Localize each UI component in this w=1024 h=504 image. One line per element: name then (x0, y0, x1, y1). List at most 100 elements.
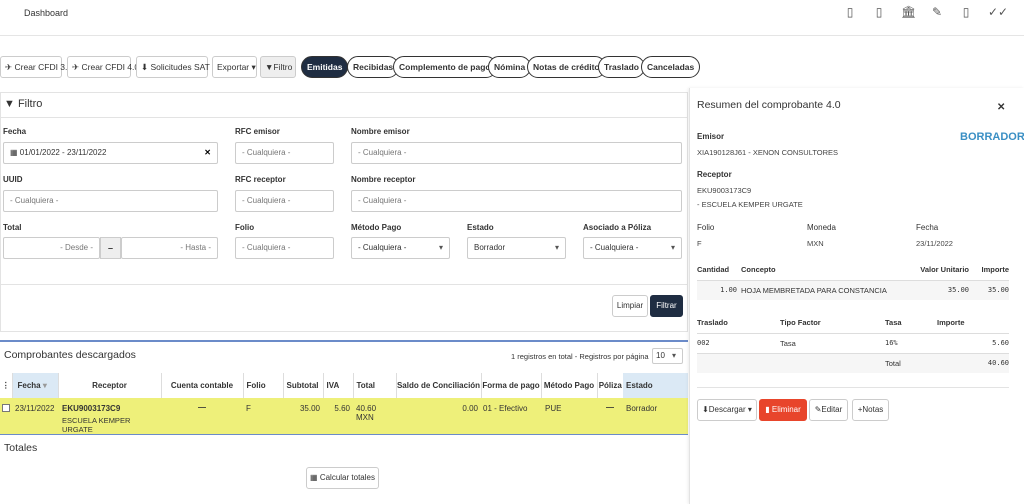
descargar-button[interactable]: ⬇Descargar ▾ (697, 399, 757, 421)
cell-saldo: 0.00 (462, 404, 478, 413)
tipo-factor: Tasa (780, 338, 796, 348)
total-label: Total (885, 358, 901, 368)
conceptos-table: Cantidad Concepto Valor Unitario Importe… (697, 260, 1009, 300)
limpiar-button[interactable]: Limpiar (612, 295, 648, 317)
col-metodo-pago[interactable]: Método Pago (540, 373, 597, 398)
estado-label: Estado (467, 223, 494, 232)
col-fecha[interactable]: Fecha ▾ (12, 373, 58, 398)
total-hasta-input[interactable]: - Hasta - (121, 237, 218, 259)
tab-nomina[interactable]: Nómina (488, 56, 532, 78)
fecha-label: Fecha (916, 223, 939, 232)
cell-receptor: EKU9003173C9 ESCUELA KEMPER URGATE (58, 398, 161, 434)
filtro-button[interactable]: ▼Filtro (260, 56, 296, 78)
col-poliza[interactable]: Póliza (596, 373, 623, 398)
tab-traslado[interactable]: Traslado (598, 56, 645, 78)
importe: 35.00 (987, 286, 1009, 295)
trash-icon: ▮ (765, 405, 770, 414)
notas-button[interactable]: +Notas (852, 399, 889, 421)
col-cantidad: Cantidad (697, 265, 730, 275)
col-saldo[interactable]: Saldo de Conciliación (395, 373, 481, 398)
metodo-pago-select[interactable]: - Cualquiera - (351, 237, 450, 259)
double-check-icon[interactable]: ✓✓ (988, 5, 1008, 19)
header-divider (0, 35, 1024, 36)
col-estado[interactable]: Estado (623, 373, 688, 398)
close-icon[interactable]: ✕ (997, 102, 1005, 113)
col-folio[interactable]: Folio (242, 373, 283, 398)
records-summary: 1 registros en total - Registros por pág… (511, 352, 649, 361)
poliza-select[interactable]: - Cualquiera - (583, 237, 682, 259)
label: Notas (862, 405, 884, 414)
traslado: 002 (697, 339, 710, 347)
label: Fecha (17, 381, 41, 390)
col-concepto: Concepto (741, 265, 776, 275)
label: Calcular totales (319, 473, 375, 482)
solicitudes-sat-button[interactable]: ⬇ Solicitudes SAT (136, 56, 210, 78)
col-iva[interactable]: IVA (322, 373, 353, 398)
nombre-receptor-input[interactable]: - Cualquiera - (351, 190, 682, 212)
uuid-input[interactable]: - Cualquiera - (3, 190, 218, 212)
tab-emitidas[interactable]: Emitidas (301, 56, 349, 78)
fecha-value: 23/11/2022 (916, 239, 953, 248)
crear-cfdi-33-button[interactable]: ✈ Crear CFDI 3.3 (0, 56, 72, 78)
results-table: ⋮ Fecha ▾ Receptor Cuenta contable Folio… (0, 373, 688, 434)
rfc-receptor-label: RFC receptor (235, 175, 286, 184)
eliminar-button[interactable]: ▮ Eliminar (759, 399, 807, 421)
receptor-rfc: EKU9003173C9 (62, 404, 121, 413)
editar-button[interactable]: ✎Editar (809, 399, 848, 421)
label: Crear CFDI 4.0 (81, 62, 140, 72)
label: Solicitudes SAT (150, 62, 210, 72)
clear-icon[interactable]: ✕ (204, 143, 211, 163)
traslado-row: 002 Tasa 16% 5.60 (697, 333, 1009, 353)
cantidad: 1.00 (720, 286, 737, 295)
cell-fecha: 23/11/2022 (15, 404, 55, 413)
table-row[interactable]: 23/11/2022 EKU9003173C9 ESCUELA KEMPER UR… (0, 398, 688, 434)
folio-label: Folio (235, 223, 255, 232)
tab-recibidas[interactable]: Recibidas (347, 56, 400, 78)
divider (697, 387, 1009, 388)
col-receptor[interactable]: Receptor (57, 373, 161, 398)
table-title: Comprobantes descargados (4, 349, 136, 361)
edit-document-icon[interactable]: ✎ (930, 5, 944, 19)
label: Crear CFDI 3.3 (14, 62, 73, 72)
tab-notas-credito[interactable]: Notas de crédito (527, 56, 606, 78)
nombre-emisor-label: Nombre emisor (351, 127, 410, 136)
cell-poliza: — (606, 403, 614, 412)
sort-icon[interactable]: ▾ (43, 381, 47, 390)
per-page-select[interactable]: 10 (652, 348, 683, 364)
calcular-totales-button[interactable]: ▦ Calcular totales (306, 467, 379, 489)
estado-select[interactable]: Borrador (467, 237, 566, 259)
col-total[interactable]: Total (352, 373, 396, 398)
col-forma-pago[interactable]: Forma de pago (480, 373, 541, 398)
calendar-icon: ▦ (10, 148, 18, 157)
tab-canceladas[interactable]: Canceladas (641, 56, 701, 78)
importe: 5.60 (992, 339, 1009, 347)
fecha-input[interactable]: ▦ 01/01/2022 - 23/11/2022 ✕ (3, 142, 218, 164)
document-dollar-icon[interactable]: ▯ (843, 5, 857, 19)
receptor-nombre: - ESCUELA KEMPER URGATE (697, 200, 803, 209)
col-cuenta[interactable]: Cuenta contable (160, 373, 243, 398)
filter-panel (0, 92, 688, 332)
col-subtotal[interactable]: Subtotal (282, 373, 323, 398)
filtrar-button[interactable]: Filtrar (650, 295, 683, 317)
tab-complemento-pago[interactable]: Complemento de pago (393, 56, 497, 78)
crear-cfdi-40-button[interactable]: ✈ Crear CFDI 4.0 (67, 56, 139, 78)
book-icon[interactable]: ▯ (959, 5, 973, 19)
document-lock-icon[interactable]: ▯ (872, 5, 886, 19)
page-title: Dashboard (24, 8, 69, 18)
tasa: 16% (885, 339, 898, 347)
value: 01/01/2022 - 23/11/2022 (19, 148, 107, 157)
column-menu[interactable]: ⋮ (0, 373, 13, 398)
total-value: 40.60 (987, 359, 1009, 368)
nombre-emisor-input[interactable]: - Cualquiera - (351, 142, 682, 164)
rfc-receptor-input[interactable]: - Cualquiera - (235, 190, 334, 212)
folio-input[interactable]: - Cualquiera - (235, 237, 334, 259)
total-desde-input[interactable]: - Desde - (3, 237, 100, 259)
receptor-nombre: ESCUELA KEMPER URGATE (62, 416, 131, 434)
row-checkbox[interactable] (0, 398, 12, 434)
exportar-button[interactable]: Exportar ▾ (212, 56, 257, 78)
totales-title: Totales (4, 442, 38, 454)
moneda-value: MXN (807, 239, 824, 248)
rfc-emisor-input[interactable]: - Cualquiera - (235, 142, 334, 164)
label: Eliminar (771, 405, 801, 414)
bank-icon[interactable]: 🏛 (901, 5, 916, 19)
